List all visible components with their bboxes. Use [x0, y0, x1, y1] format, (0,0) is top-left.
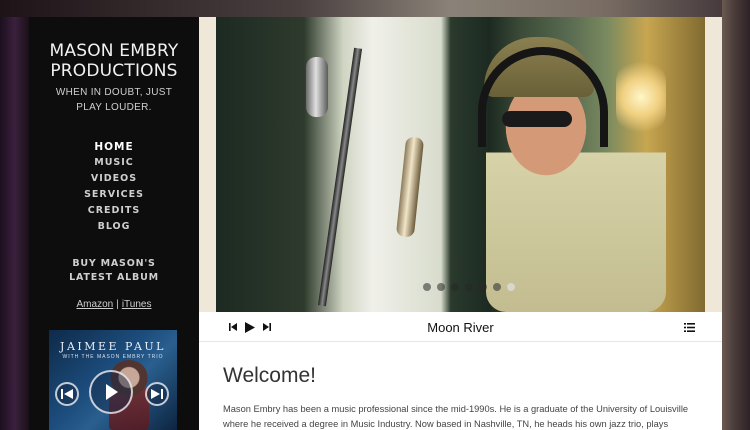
buy-links: Amazon | iTunes [29, 299, 199, 310]
nav-item-videos[interactable]: VIDEOS [29, 171, 199, 187]
album-widget: JAIMEE PAUL WITH THE MASON EMBRY TRIO [49, 330, 177, 430]
page-background-left [0, 0, 29, 430]
slideshow-dot[interactable] [507, 283, 515, 291]
microphone-graphic [306, 57, 328, 117]
main-content: Moon River Welcome! Mason Embry has been… [199, 17, 722, 430]
album-next-button[interactable] [145, 382, 169, 406]
link-separator: | [116, 299, 119, 310]
track-title: Moon River [427, 320, 494, 335]
nav-item-credits[interactable]: CREDITS [29, 203, 199, 219]
nav-item-home[interactable]: HOME [29, 139, 199, 155]
playlist-icon [683, 322, 695, 332]
next-icon [151, 389, 163, 399]
amazon-link[interactable]: Amazon [77, 299, 114, 310]
play-icon [106, 384, 118, 400]
slideshow-dot[interactable] [437, 283, 445, 291]
slideshow-pagination [423, 283, 515, 291]
player-playlist-button[interactable] [683, 320, 695, 334]
slideshow-dot[interactable] [451, 283, 459, 291]
sunglasses-graphic [502, 111, 572, 127]
site-title[interactable]: MASON EMBRY PRODUCTIONS [29, 41, 199, 81]
itunes-link[interactable]: iTunes [122, 299, 152, 310]
buy-album-heading: BUY MASON'S LATEST ALBUM [69, 258, 159, 283]
sidebar: MASON EMBRY PRODUCTIONS WHEN IN DOUBT, J… [29, 17, 199, 430]
album-previous-button[interactable] [55, 382, 79, 406]
intro-paragraph: Mason Embry has been a music professiona… [223, 404, 689, 429]
site-tagline: WHEN IN DOUBT, JUST PLAY LOUDER. [55, 87, 173, 113]
nav-item-services[interactable]: SERVICES [29, 187, 199, 203]
main-nav: HOME MUSIC VIDEOS SERVICES CREDITS BLOG [29, 139, 199, 235]
page-background-top [0, 0, 750, 17]
welcome-heading: Welcome! [223, 364, 316, 387]
microphone-graphic [395, 136, 425, 238]
album-play-button[interactable] [89, 370, 133, 414]
slideshow-dot[interactable] [423, 283, 431, 291]
album-subtitle: WITH THE MASON EMBRY TRIO [62, 354, 164, 360]
audio-player: Moon River [199, 312, 722, 342]
slideshow-dot[interactable] [465, 283, 473, 291]
hero-slideshow [199, 17, 722, 312]
previous-icon [61, 389, 73, 399]
slideshow-dot[interactable] [493, 283, 501, 291]
album-artist: JAIMEE PAUL [60, 340, 166, 353]
hero-photo[interactable] [216, 17, 705, 312]
welcome-section: Welcome! Mason Embry has been a music pr… [223, 364, 703, 430]
nav-item-blog[interactable]: BLOG [29, 219, 199, 235]
page-background-right [722, 0, 750, 430]
nav-item-music[interactable]: MUSIC [29, 155, 199, 171]
slideshow-dot[interactable] [479, 283, 487, 291]
